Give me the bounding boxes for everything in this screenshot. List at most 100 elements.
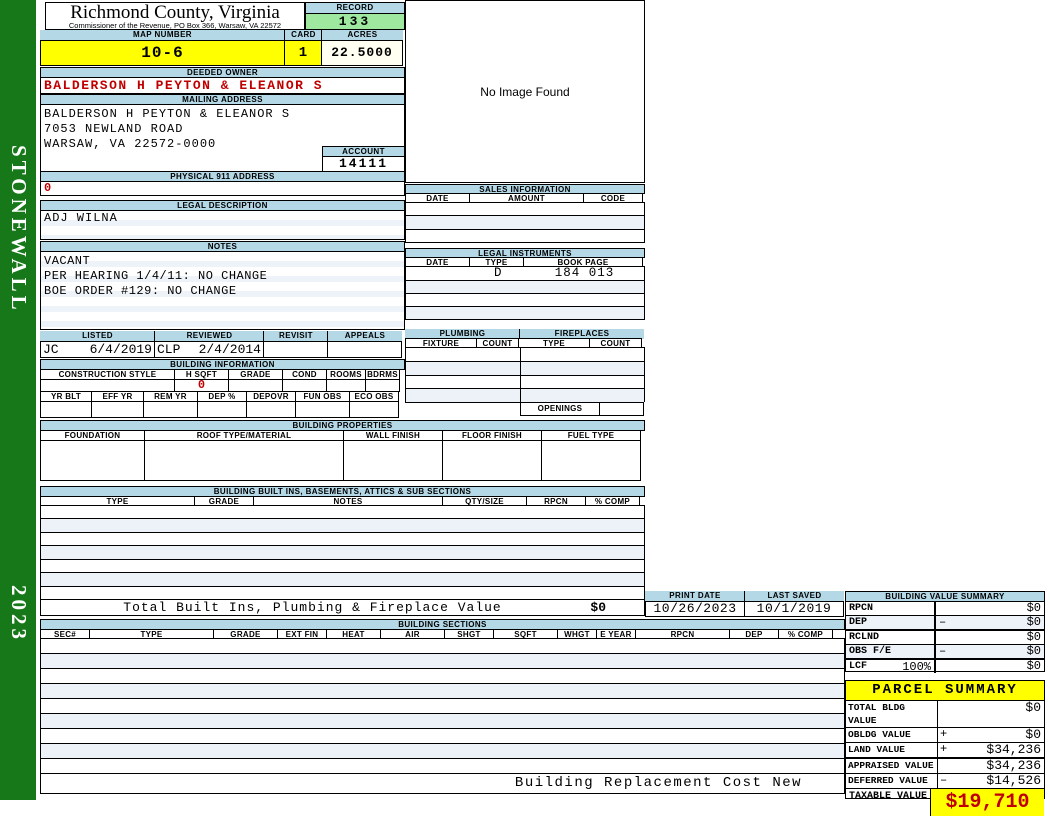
notes-line-2: PER HEARING 1/4/11: NO CHANGE [44, 269, 268, 283]
wall-finish-value [343, 440, 443, 481]
physical-address-value: 0 [40, 181, 405, 196]
ps-row-appraised: APPRAISED VALUE $34,236 [846, 757, 1044, 773]
appeals-value [327, 341, 402, 358]
ps-row-land: LAND VALUE + $34,236 [846, 742, 1044, 757]
listed-by: JC [43, 342, 59, 357]
empty-row [406, 306, 644, 319]
empty-row [406, 360, 644, 375]
listed-date: 6/4/2019 [89, 342, 152, 357]
notes-line-3: BOE ORDER #129: NO CHANGE [44, 284, 237, 298]
instrument-row: D 184 013 [406, 267, 644, 280]
bvs-row-lcf: LCF 100% $0 [846, 658, 1044, 673]
instruments-rows: D 184 013 [405, 266, 645, 320]
empty-cell [91, 401, 144, 418]
record-box: RECORD 133 [305, 2, 405, 30]
last-saved-value: 10/1/2019 [744, 601, 844, 617]
parcel-summary: PARCEL SUMMARY TOTAL BLDG VALUE $0 OBLDG… [845, 680, 1045, 816]
bvs-pct: 100% [902, 659, 931, 674]
bvs-row-dep: DEP – $0 [846, 615, 1044, 629]
district-year-sidebar: STONEWALL 2023 [0, 0, 36, 800]
empty-cell [349, 401, 399, 418]
empty-row [406, 293, 644, 306]
empty-row [41, 572, 644, 586]
empty-row [41, 743, 844, 758]
empty-row [41, 728, 844, 743]
ps-value: $0 [1025, 727, 1041, 742]
deeded-owner-name: BALDERSON H PEYTON & ELEANOR S [40, 77, 405, 94]
county-title: Richmond County, Virginia [70, 2, 280, 23]
empty-row [41, 698, 844, 713]
mailing-line-1: BALDERSON H PEYTON & ELEANOR S [44, 107, 291, 121]
openings-row: OPENINGS [520, 402, 645, 416]
empty-row [41, 683, 844, 698]
ps-op: – [940, 773, 948, 787]
openings-label: OPENINGS [520, 402, 600, 416]
notes-line-1: VACANT [44, 254, 91, 268]
empty-row [406, 228, 644, 242]
building-sections-rows [40, 638, 845, 774]
bvs-value: $0 [1026, 615, 1041, 629]
reviewed-by: CLP [157, 342, 181, 357]
reviewed-value: CLP 2/4/2014 [154, 341, 264, 358]
record-value: 133 [305, 14, 405, 30]
empty-row [41, 558, 644, 572]
building-info-vals-2 [40, 401, 405, 418]
empty-row [41, 531, 644, 545]
ps-row-obldg: OBLDG VALUE + $0 [846, 727, 1044, 742]
built-ins-total-value: $0 [590, 600, 606, 615]
ps-label: DEFERRED VALUE [846, 774, 938, 788]
taxable-value: $19,710 [931, 789, 1044, 816]
parcel-summary-header: PARCEL SUMMARY [846, 681, 1044, 701]
empty-row [41, 653, 844, 668]
district-name: STONEWALL [7, 145, 31, 314]
bvs-op: – [939, 615, 947, 629]
instrument-type: D [493, 266, 502, 280]
ps-row-total-bldg: TOTAL BLDG VALUE $0 [846, 701, 1044, 727]
empty-cell [197, 401, 247, 418]
built-ins-total-label: Total Built Ins, Plumbing & Fireplace Va… [123, 600, 502, 615]
empty-row [406, 215, 644, 229]
mailing-line-2: 7053 NEWLAND ROAD [44, 122, 184, 136]
bvs-row-rpcn: RPCN $0 [846, 602, 1044, 615]
empty-row [406, 280, 644, 293]
sales-rows [405, 202, 645, 243]
built-ins-total-row: Total Built Ins, Plumbing & Fireplace Va… [40, 599, 645, 616]
ps-label: LAND VALUE [846, 743, 938, 757]
bvs-label: LCF [849, 660, 868, 672]
taxable-label: TAXABLE VALUE [846, 789, 931, 816]
fuel-type-value [541, 440, 641, 481]
print-date-value: 10/26/2023 [645, 601, 745, 617]
empty-cell [143, 401, 198, 418]
bvs-value: $0 [1026, 644, 1041, 658]
tax-year: 2023 [7, 585, 31, 643]
county-title-box: Richmond County, Virginia Commissioner o… [45, 2, 305, 30]
record-label: RECORD [305, 2, 405, 14]
county-subtitle: Commissioner of the Revenue, PO Box 366,… [68, 21, 282, 30]
ps-value: $34,236 [986, 742, 1041, 757]
ps-op [938, 701, 954, 727]
ps-label: TOTAL BLDG VALUE [846, 701, 938, 727]
empty-cell [246, 401, 296, 418]
bvs-label: DEP [849, 616, 868, 628]
ps-label: APPRAISED VALUE [846, 759, 938, 773]
roof-value [144, 440, 344, 481]
instrument-bookpage: 184 013 [554, 266, 615, 280]
review-value-row: JC 6/4/2019 CLP 2/4/2014 [40, 341, 405, 358]
bvs-label: RPCN [849, 602, 874, 614]
empty-row [41, 585, 644, 599]
empty-cell [295, 401, 350, 418]
ps-op [938, 759, 954, 773]
empty-row [406, 203, 644, 215]
bvs-value: $0 [1026, 630, 1041, 644]
ps-op: + [940, 742, 948, 756]
bvs-value: $0 [1026, 659, 1041, 673]
bvs-op: – [939, 644, 947, 658]
bvs-label: RCLND [849, 631, 880, 643]
property-photo-placeholder: No Image Found [405, 0, 645, 183]
built-ins-rows [40, 505, 645, 600]
bvs-label: OBS F/E [849, 645, 892, 657]
ps-row-deferred: DEFERRED VALUE – $14,526 [846, 773, 1044, 788]
properties-values [40, 440, 645, 481]
notes-block: VACANT PER HEARING 1/4/11: NO CHANGE BOE… [40, 251, 405, 330]
empty-row [41, 758, 844, 773]
